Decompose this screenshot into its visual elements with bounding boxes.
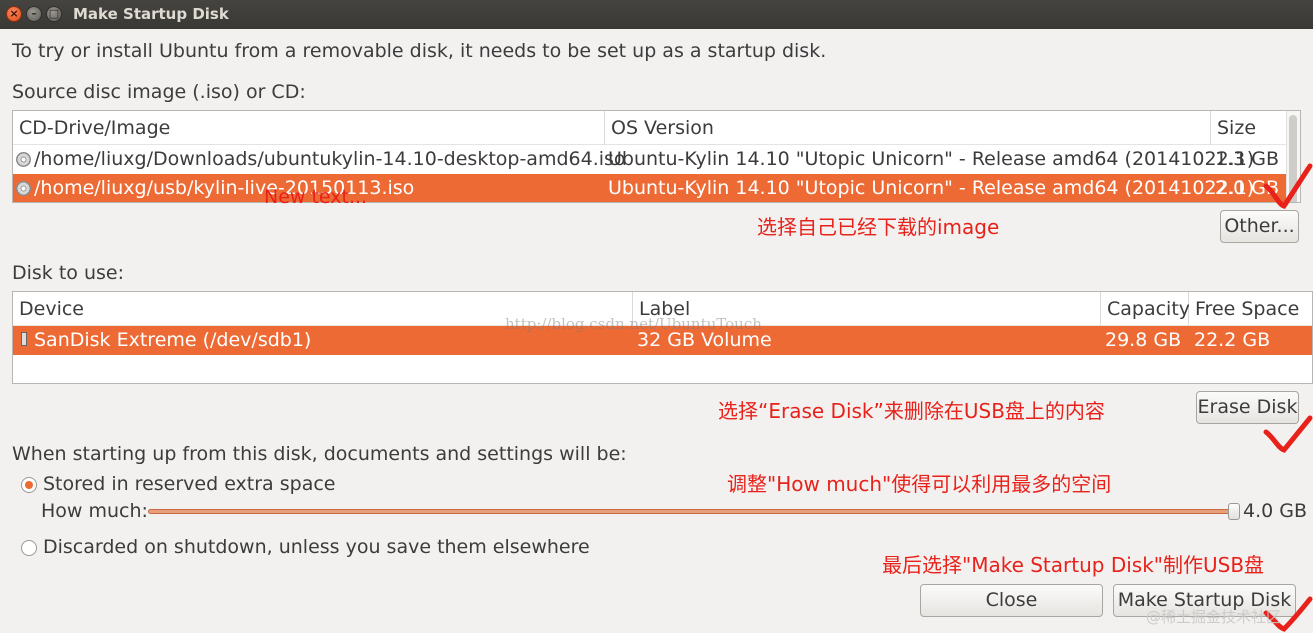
device-name: SanDisk Extreme (/dev/sdb1) [34,329,312,351]
column-header-capacity[interactable]: Capacity [1101,292,1190,326]
annotation-choose-image: 选择自己已经下载的image [757,215,1000,239]
how-much-label: How much: [41,500,148,522]
usb-drive-icon [21,332,27,346]
size-slider-track[interactable] [148,509,1236,514]
annotation-make: 最后选择"Make Startup Disk"制作USB盘 [882,553,1265,577]
source-label: Source disc image (.iso) or CD: [12,81,306,103]
option-stored-label[interactable]: Stored in reserved extra space [43,473,335,495]
minimize-icon: – [31,7,37,20]
capacity: 29.8 GB [1105,329,1182,351]
source-row-selected[interactable]: /home/liuxg/usb/kylin-live-20150113.iso … [13,174,1300,202]
other-button[interactable]: Other... [1220,210,1299,243]
close-window-button[interactable]: × [6,6,22,22]
minimize-window-button[interactable]: – [26,6,42,22]
free-space: 22.2 GB [1194,329,1271,351]
annotation-how-much: 调整"How much"使得可以利用最多的空间 [727,472,1112,496]
how-much-value: 4.0 GB [1243,500,1308,522]
radio-stored[interactable] [21,477,37,493]
maximize-icon: □ [48,7,60,20]
column-header-os-version[interactable]: OS Version [605,111,1211,145]
window-title: Make Startup Disk [73,5,229,23]
persistence-label: When starting up from this disk, documen… [12,443,627,465]
column-header-size[interactable]: Size [1211,111,1288,145]
os-version: Ubuntu-Kylin 14.10 "Utopic Unicorn" - Re… [608,148,1255,170]
close-button[interactable]: Close [920,584,1103,617]
disc-icon [16,152,31,167]
intro-text: To try or install Ubuntu from a removabl… [12,40,827,62]
disk-list[interactable]: Device Label Capacity Free Space SanDisk… [12,291,1313,384]
source-image-list[interactable]: CD-Drive/Image OS Version Size /home/liu… [12,110,1301,203]
watermark-url: http://blog.csdn.net/UbuntuTouch [505,315,762,333]
disk-label: Disk to use: [12,262,124,284]
os-version: Ubuntu-Kylin 14.10 "Utopic Unicorn" - Re… [608,177,1255,199]
annotation-erase: 选择“Erase Disk”来删除在USB盘上的内容 [718,399,1105,423]
checkmark-icon [1263,163,1313,209]
image-path: /home/liuxg/Downloads/ubuntukylin-14.10-… [34,148,626,170]
option-discarded-label[interactable]: Discarded on shutdown, unless you save t… [43,536,590,558]
annotation-new-text: New text... [264,186,368,208]
checkmark-icon [1263,415,1313,453]
column-header-image[interactable]: CD-Drive/Image [13,111,605,145]
close-icon: × [9,7,19,20]
corner-watermark: @稀土掘金技术社区 [1146,608,1282,626]
maximize-window-button[interactable]: □ [46,6,62,22]
disc-icon [16,181,31,196]
radio-discarded[interactable] [21,540,37,556]
column-header-free-space[interactable]: Free Space [1189,292,1312,326]
size-slider-handle[interactable] [1228,503,1240,520]
title-bar: × – □ Make Startup Disk [0,0,1313,29]
source-row[interactable]: /home/liuxg/Downloads/ubuntukylin-14.10-… [13,145,1300,174]
